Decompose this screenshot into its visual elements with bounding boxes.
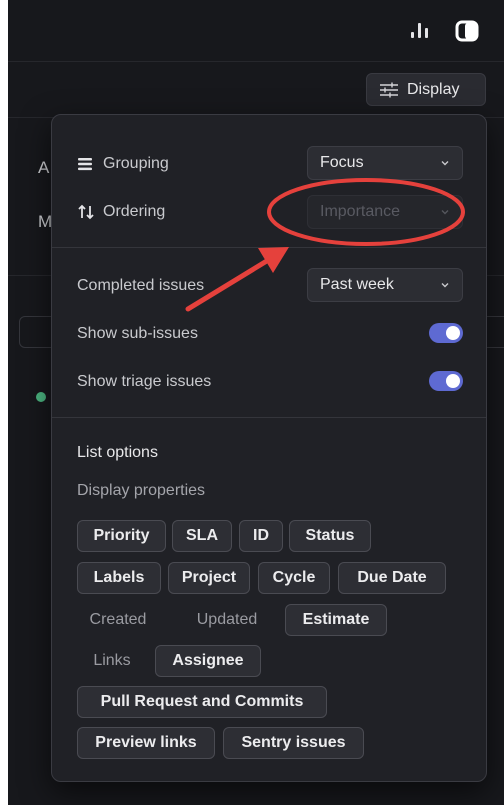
chip-estimate[interactable]: Estimate [285,604,387,636]
sub-issues-label: Show sub-issues [77,325,198,342]
chip-preview-links[interactable]: Preview links [77,727,215,759]
list-options-title: List options [77,444,158,461]
top-bar [8,0,504,62]
completed-issues-row: Completed issues [77,277,204,295]
chip-labels[interactable]: Labels [77,562,161,594]
grouping-value: Focus [320,154,364,171]
display-label: Display [407,80,460,98]
chip-updated[interactable]: Updated [182,604,272,636]
sub-issues-toggle[interactable] [429,323,463,343]
toggle-knob [446,374,460,388]
sub-issues-row: Show sub-issues [77,325,198,343]
grouping-select[interactable]: Focus [307,146,463,180]
ordering-select[interactable]: Importance [307,195,463,229]
display-options-panel: Grouping Focus Ordering Importance Compl… [51,114,487,782]
chip-sentry-issues[interactable]: Sentry issues [223,727,364,759]
sort-arrows-icon [77,204,103,220]
chip-created[interactable]: Created [77,604,159,636]
status-dot [36,392,46,402]
triage-label: Show triage issues [77,373,212,390]
view-toolbar: Display [8,62,504,118]
ordering-value: Importance [320,203,401,220]
completed-issues-value: Past week [320,276,394,293]
chip-cycle[interactable]: Cycle [258,562,330,594]
chevron-down-icon [441,210,449,215]
chip-id[interactable]: ID [239,520,283,552]
chip-pull-requests[interactable]: Pull Request and Commits [77,686,327,718]
toggle-knob [446,326,460,340]
completed-issues-label: Completed issues [77,277,205,294]
chip-priority[interactable]: Priority [77,520,166,552]
panel-divider [52,247,486,248]
chip-sla[interactable]: SLA [172,520,232,552]
ordering-label: Ordering [103,203,166,220]
triage-toggle[interactable] [429,371,463,391]
chip-status[interactable]: Status [289,520,371,552]
sliders-icon [380,82,398,97]
chevron-down-icon [441,161,449,166]
ordering-row: Ordering [77,203,165,221]
chip-links[interactable]: Links [77,645,147,677]
triage-row: Show triage issues [77,373,211,391]
display-properties-label: Display properties [77,482,206,499]
display-button[interactable]: Display [366,73,486,106]
sidebar-panel-icon[interactable] [455,20,479,47]
chip-project[interactable]: Project [168,562,250,594]
chip-assignee[interactable]: Assignee [155,645,261,677]
panel-divider [52,417,486,418]
chevron-down-icon [441,283,449,288]
completed-issues-select[interactable]: Past week [307,268,463,302]
list-icon [77,157,103,171]
grouping-label: Grouping [103,155,169,172]
chip-due-date[interactable]: Due Date [338,562,446,594]
grouping-row: Grouping [77,155,169,173]
background-text-a: A [38,158,50,177]
bar-chart-icon[interactable] [409,20,431,45]
